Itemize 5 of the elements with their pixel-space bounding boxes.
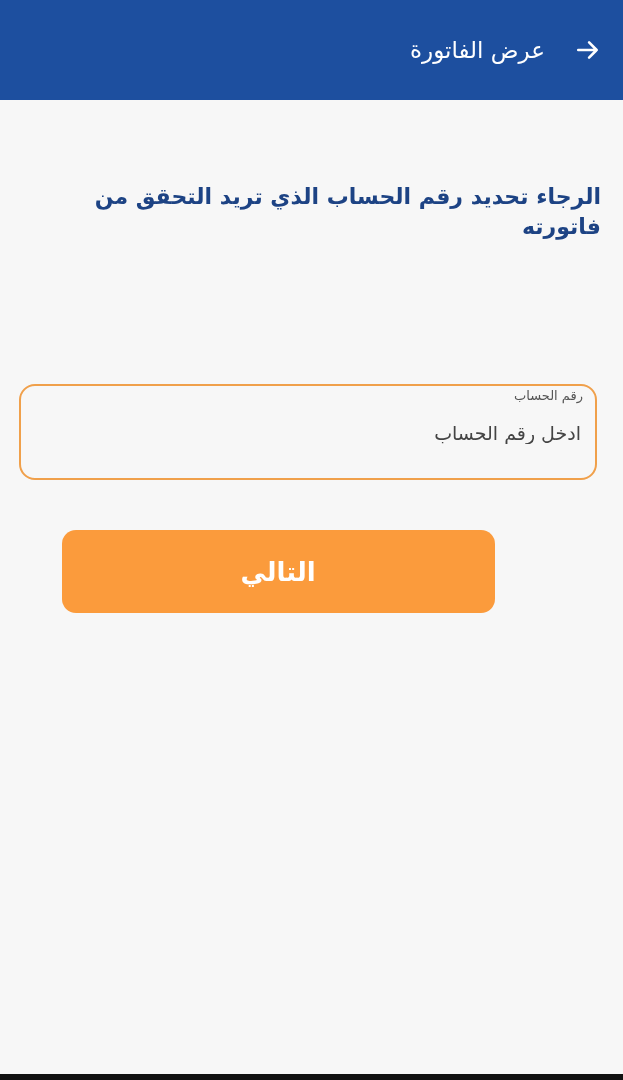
account-number-input[interactable]: ادخل رقم الحساب: [33, 421, 583, 445]
field-label: رقم الحساب: [512, 388, 583, 403]
instruction-text: الرجاء تحديد رقم الحساب الذي تريد التحقق من فاتورته: [93, 183, 601, 242]
next-button[interactable]: التالي: [61, 530, 495, 613]
screen-title: عرض الفاتورة: [410, 37, 545, 63]
